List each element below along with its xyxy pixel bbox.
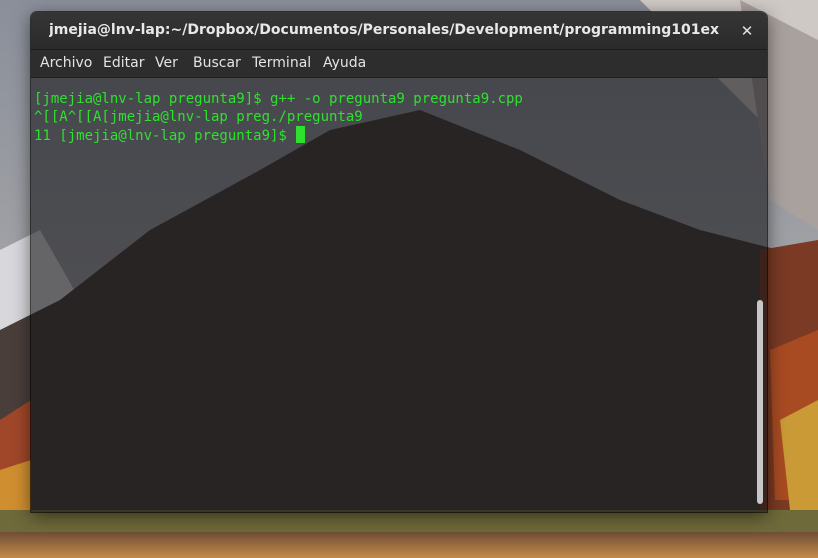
terminal-line: [jmejia@lnv-lap pregunta9]$ g++ -o pregu… <box>34 91 523 107</box>
terminal-area[interactable]: [jmejia@lnv-lap pregunta9]$ g++ -o pregu… <box>31 78 767 512</box>
terminal-prompt-line: 11 [jmejia@lnv-lap pregunta9]$ <box>34 126 306 144</box>
close-button[interactable]: ✕ <box>735 19 759 43</box>
menu-item-ayuda[interactable]: Ayuda <box>323 55 366 71</box>
vertical-scrollbar[interactable] <box>757 300 763 504</box>
terminal-line: ^[[A^[[A[jmejia@lnv-lap preg./pregunta9 <box>34 109 363 125</box>
close-icon: ✕ <box>740 22 754 40</box>
window-titlebar[interactable]: jmejia@lnv-lap:~/Dropbox/Documentos/Pers… <box>31 12 767 50</box>
menu-item-editar[interactable]: Editar <box>103 55 144 71</box>
menu-item-terminal[interactable]: Terminal <box>252 55 311 71</box>
menu-item-archivo[interactable]: Archivo <box>40 55 92 71</box>
terminal-window: jmejia@lnv-lap:~/Dropbox/Documentos/Pers… <box>31 12 767 512</box>
menu-bar: Archivo Editar Ver Buscar Terminal Ayuda <box>31 50 767 78</box>
menu-item-ver[interactable]: Ver <box>155 55 178 71</box>
menu-item-buscar[interactable]: Buscar <box>193 55 241 71</box>
terminal-cursor <box>296 126 306 143</box>
window-title: jmejia@lnv-lap:~/Dropbox/Documentos/Pers… <box>49 22 719 38</box>
